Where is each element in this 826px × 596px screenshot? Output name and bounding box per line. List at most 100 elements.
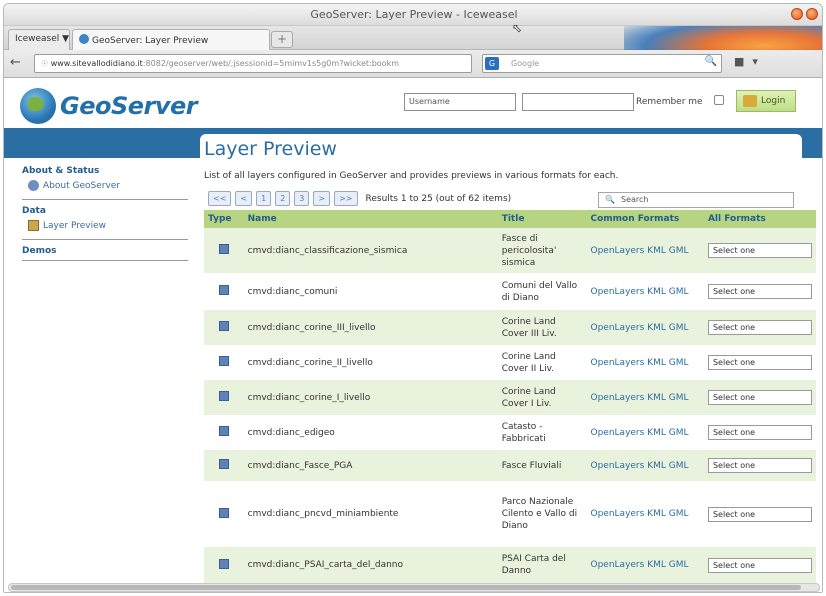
- all-formats-cell: Select one: [703, 345, 816, 380]
- layer-title: Parco Nazionale Cilento e Vallo di Diano: [497, 481, 587, 547]
- format-select[interactable]: Select one: [707, 243, 812, 258]
- format-select[interactable]: Select one: [707, 390, 812, 405]
- sidebar: About & Status About GeoServer Data Laye…: [22, 166, 188, 267]
- login-label: Login: [761, 96, 786, 106]
- format-select[interactable]: Select one: [707, 284, 812, 299]
- username-input[interactable]: Username: [404, 93, 516, 111]
- vector-layer-icon: [218, 426, 229, 436]
- url-path: :8082/geoserver/web/;jsessionid=5mimv1s5…: [142, 59, 399, 68]
- column-header-name[interactable]: Name: [243, 210, 498, 228]
- layer-title: Corine Land Cover III Liv.: [497, 310, 587, 345]
- table-search-input[interactable]: 🔍 Search: [598, 192, 794, 208]
- page-title: Layer Preview: [204, 138, 337, 160]
- layer-name: cmvd:dianc_classificazione_sismica: [243, 228, 498, 273]
- minimize-button[interactable]: [791, 8, 803, 20]
- tab-layer-preview[interactable]: GeoServer: Layer Preview: [72, 29, 270, 50]
- type-cell: [204, 310, 244, 345]
- login-button[interactable]: Login: [736, 90, 796, 112]
- layer-name: cmvd:dianc_pncvd_miniambiente: [243, 481, 498, 547]
- type-cell: [204, 345, 244, 380]
- all-formats-cell: Select one: [703, 450, 816, 481]
- vector-layer-icon: [218, 459, 229, 469]
- layer-title: Fasce di pericolosita' sismica: [497, 228, 587, 273]
- type-cell: [204, 228, 244, 273]
- type-cell: [204, 547, 244, 583]
- format-select[interactable]: Select one: [707, 320, 812, 335]
- scrollbar-thumb[interactable]: [11, 585, 801, 590]
- vector-layer-icon: [218, 558, 229, 569]
- format-select[interactable]: Select one: [707, 506, 812, 522]
- search-icon[interactable]: 🔍: [705, 56, 717, 67]
- pager-page-3[interactable]: 3: [294, 191, 310, 206]
- vector-layer-icon: [218, 244, 229, 254]
- common-formats-links[interactable]: OpenLayers KML GML: [586, 310, 704, 345]
- close-button[interactable]: [806, 8, 818, 20]
- vector-layer-icon: [218, 391, 229, 401]
- pager-page-1[interactable]: 1: [256, 191, 272, 206]
- pager-last-button[interactable]: >>: [334, 191, 358, 206]
- type-cell: [204, 415, 244, 450]
- site-identity-icon: ☉: [41, 59, 49, 68]
- extension-icon[interactable]: ■: [734, 55, 744, 68]
- sidebar-heading-demos[interactable]: Demos: [22, 246, 188, 256]
- pager-page-2[interactable]: 2: [275, 191, 291, 206]
- common-formats-links[interactable]: OpenLayers KML GML: [586, 450, 704, 481]
- column-header-type[interactable]: Type: [204, 210, 244, 228]
- search-engine-icon[interactable]: G: [485, 57, 499, 70]
- logo-text: GeoServer: [60, 92, 198, 120]
- table-row: cmvd:dianc_edigeo Catasto - Fabbricati O…: [204, 415, 816, 450]
- common-formats-links[interactable]: OpenLayers KML GML: [586, 345, 704, 380]
- sidebar-divider: [22, 199, 188, 200]
- pager-first-button[interactable]: <<: [208, 191, 232, 206]
- browser-window: GeoServer: Layer Preview - Iceweasel Ice…: [3, 3, 823, 593]
- all-formats-cell: Select one: [703, 547, 816, 583]
- common-formats-links[interactable]: OpenLayers KML GML: [586, 228, 704, 273]
- menu-chevron-icon[interactable]: ▾: [752, 55, 758, 68]
- remember-me-checkbox[interactable]: [714, 95, 724, 105]
- search-bar[interactable]: G Google 🔍: [482, 54, 722, 73]
- layer-title: Comuni del Vallo di Diano: [497, 273, 587, 310]
- common-formats-links[interactable]: OpenLayers KML GML: [586, 273, 704, 310]
- layer-title: PSAI Carta del Danno: [497, 547, 587, 583]
- horizontal-scrollbar[interactable]: [8, 583, 820, 592]
- layer-title: Catasto - Fabbricati: [497, 415, 587, 450]
- geoserver-logo[interactable]: GeoServer: [20, 88, 198, 124]
- table-header-row: Type Name Title Common Formats All Forma…: [204, 210, 816, 228]
- type-cell: [204, 273, 244, 310]
- sidebar-heading-data: Data: [22, 206, 46, 216]
- type-cell: [204, 450, 244, 481]
- sidebar-item-about-geoserver[interactable]: About GeoServer: [28, 180, 188, 191]
- common-formats-links[interactable]: OpenLayers KML GML: [586, 481, 704, 547]
- globe-icon: [20, 88, 56, 124]
- new-tab-button[interactable]: +: [271, 31, 293, 48]
- url-bar[interactable]: ☉ www.sitevallodidiano.it:8082/geoserver…: [34, 54, 472, 73]
- layer-name: cmvd:dianc_corine_II_livello: [243, 345, 498, 380]
- main-content: Layer Preview List of all layers configu…: [200, 134, 816, 592]
- search-placeholder: Google: [511, 59, 540, 68]
- type-cell: [204, 481, 244, 547]
- common-formats-links[interactable]: OpenLayers KML GML: [586, 547, 704, 583]
- back-arrow-icon[interactable]: ←: [10, 55, 21, 70]
- pager-next-button[interactable]: >: [313, 191, 331, 206]
- url-host: www.sitevallodidiano.it: [50, 59, 143, 68]
- password-input[interactable]: [522, 93, 634, 111]
- common-formats-links[interactable]: OpenLayers KML GML: [586, 415, 704, 450]
- vector-layer-icon: [218, 285, 229, 295]
- layer-title: Corine Land Cover I Liv.: [497, 380, 587, 415]
- all-formats-cell: Select one: [703, 310, 816, 345]
- format-select[interactable]: Select one: [707, 557, 812, 573]
- column-header-all-formats: All Formats: [703, 210, 816, 228]
- title-bar: GeoServer: Layer Preview - Iceweasel: [4, 4, 822, 26]
- tab-label: GeoServer: Layer Preview: [92, 36, 209, 46]
- layer-title: Fasce Fluviali: [497, 450, 587, 481]
- format-select[interactable]: Select one: [707, 425, 812, 440]
- layer-name: cmvd:dianc_corine_I_livello: [243, 380, 498, 415]
- common-formats-links[interactable]: OpenLayers KML GML: [586, 380, 704, 415]
- key-icon: [743, 95, 757, 107]
- column-header-title[interactable]: Title: [497, 210, 587, 228]
- sidebar-item-layer-preview[interactable]: Layer Preview: [28, 220, 188, 231]
- format-select[interactable]: Select one: [707, 458, 812, 473]
- format-select[interactable]: Select one: [707, 355, 812, 370]
- app-menu-button[interactable]: Iceweasel ▼: [8, 29, 70, 50]
- pager-prev-button[interactable]: <: [235, 191, 253, 206]
